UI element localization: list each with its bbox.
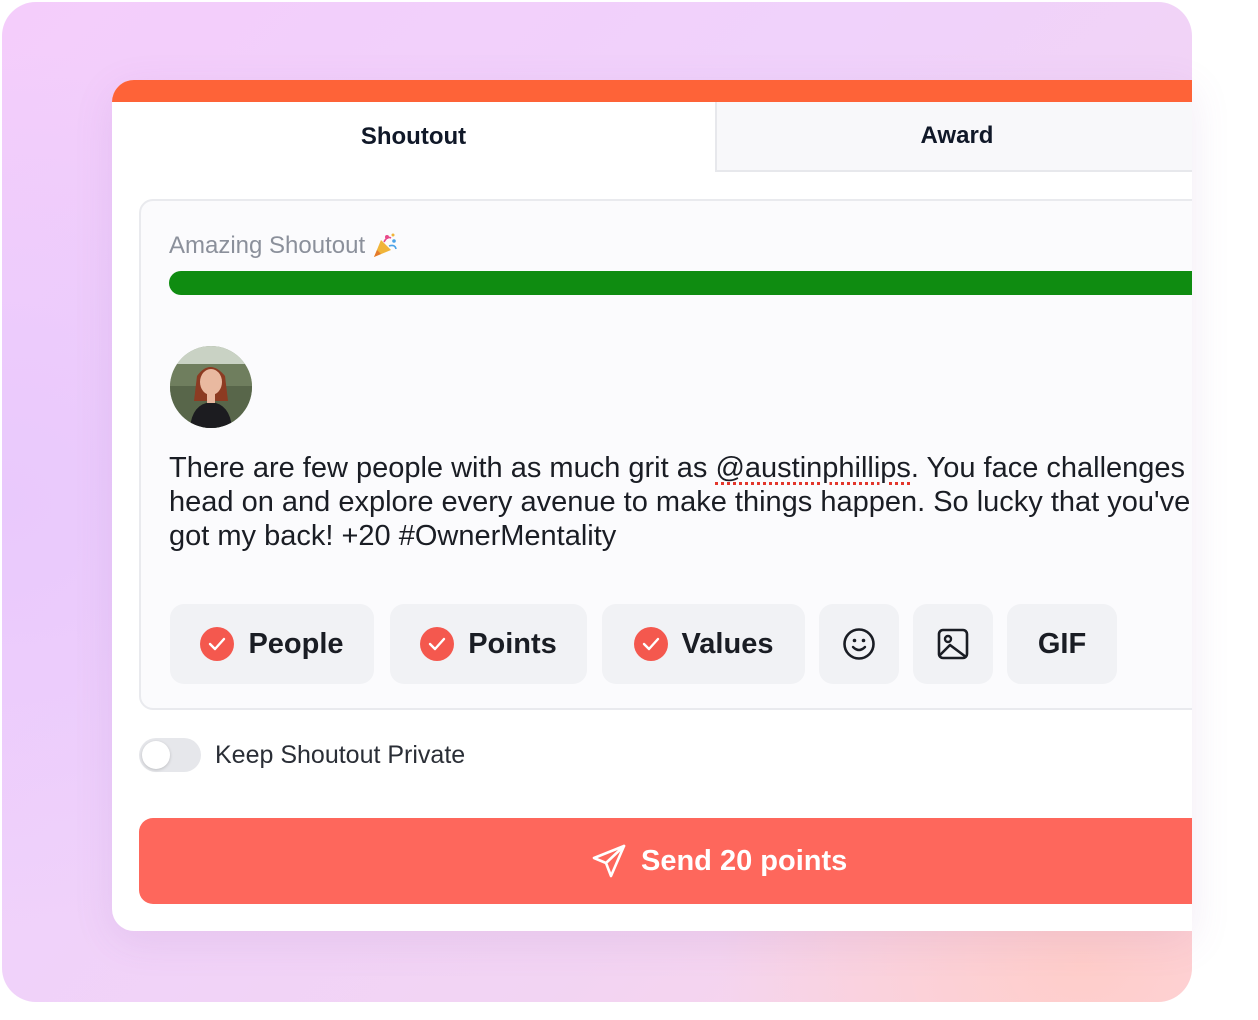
- gif-label: GIF: [1037, 627, 1087, 660]
- check-circle-icon: [633, 627, 668, 661]
- values-button[interactable]: Values: [602, 604, 805, 684]
- check-circle-icon: [420, 627, 455, 661]
- private-toggle-row: Keep Shoutout Private: [139, 738, 465, 772]
- shoutout-message[interactable]: There are few people with as much grit a…: [169, 451, 1192, 553]
- tab-award[interactable]: Award: [715, 102, 1192, 172]
- image-upload-button[interactable]: [913, 604, 993, 684]
- values-label: Values: [681, 627, 774, 660]
- people-label: People: [248, 627, 344, 660]
- mention-link[interactable]: @austinphillips: [715, 452, 910, 484]
- people-button[interactable]: People: [170, 604, 374, 684]
- progress-fill: [169, 271, 1192, 295]
- smiley-icon: [843, 628, 875, 660]
- send-button-label: Send 20 points: [641, 844, 848, 877]
- emoji-button[interactable]: [819, 604, 899, 684]
- message-prefix: There are few people with as much grit a…: [169, 452, 716, 484]
- shoutout-card: Shoutout Award Amazing Shoutout There ar…: [112, 80, 1192, 931]
- tab-shoutout-label: Shoutout: [360, 123, 467, 150]
- gif-button[interactable]: GIF: [1007, 604, 1117, 684]
- avatar-photo: [170, 346, 252, 428]
- paper-plane-icon: [592, 844, 626, 878]
- toggle-knob: [142, 741, 170, 769]
- party-popper-icon: [374, 233, 397, 257]
- private-toggle-label: Keep Shoutout Private: [215, 740, 466, 769]
- tab-award-label: Award: [920, 122, 994, 149]
- shoutout-title: Amazing Shoutout: [169, 232, 399, 260]
- tab-shoutout[interactable]: Shoutout: [112, 102, 715, 172]
- private-toggle[interactable]: [139, 738, 201, 772]
- image-icon: [937, 628, 969, 660]
- shoutout-editor[interactable]: Amazing Shoutout There are few people wi…: [139, 199, 1192, 710]
- card-accent-bar: [112, 80, 1192, 102]
- user-avatar: [170, 346, 252, 428]
- shoutout-quality-progress: [169, 271, 1192, 295]
- shoutout-title-text: Amazing Shoutout: [169, 232, 366, 259]
- check-circle-icon: [200, 627, 235, 661]
- send-points-button[interactable]: Send 20 points: [139, 818, 1192, 904]
- points-label: Points: [468, 627, 557, 660]
- points-button[interactable]: Points: [390, 604, 587, 684]
